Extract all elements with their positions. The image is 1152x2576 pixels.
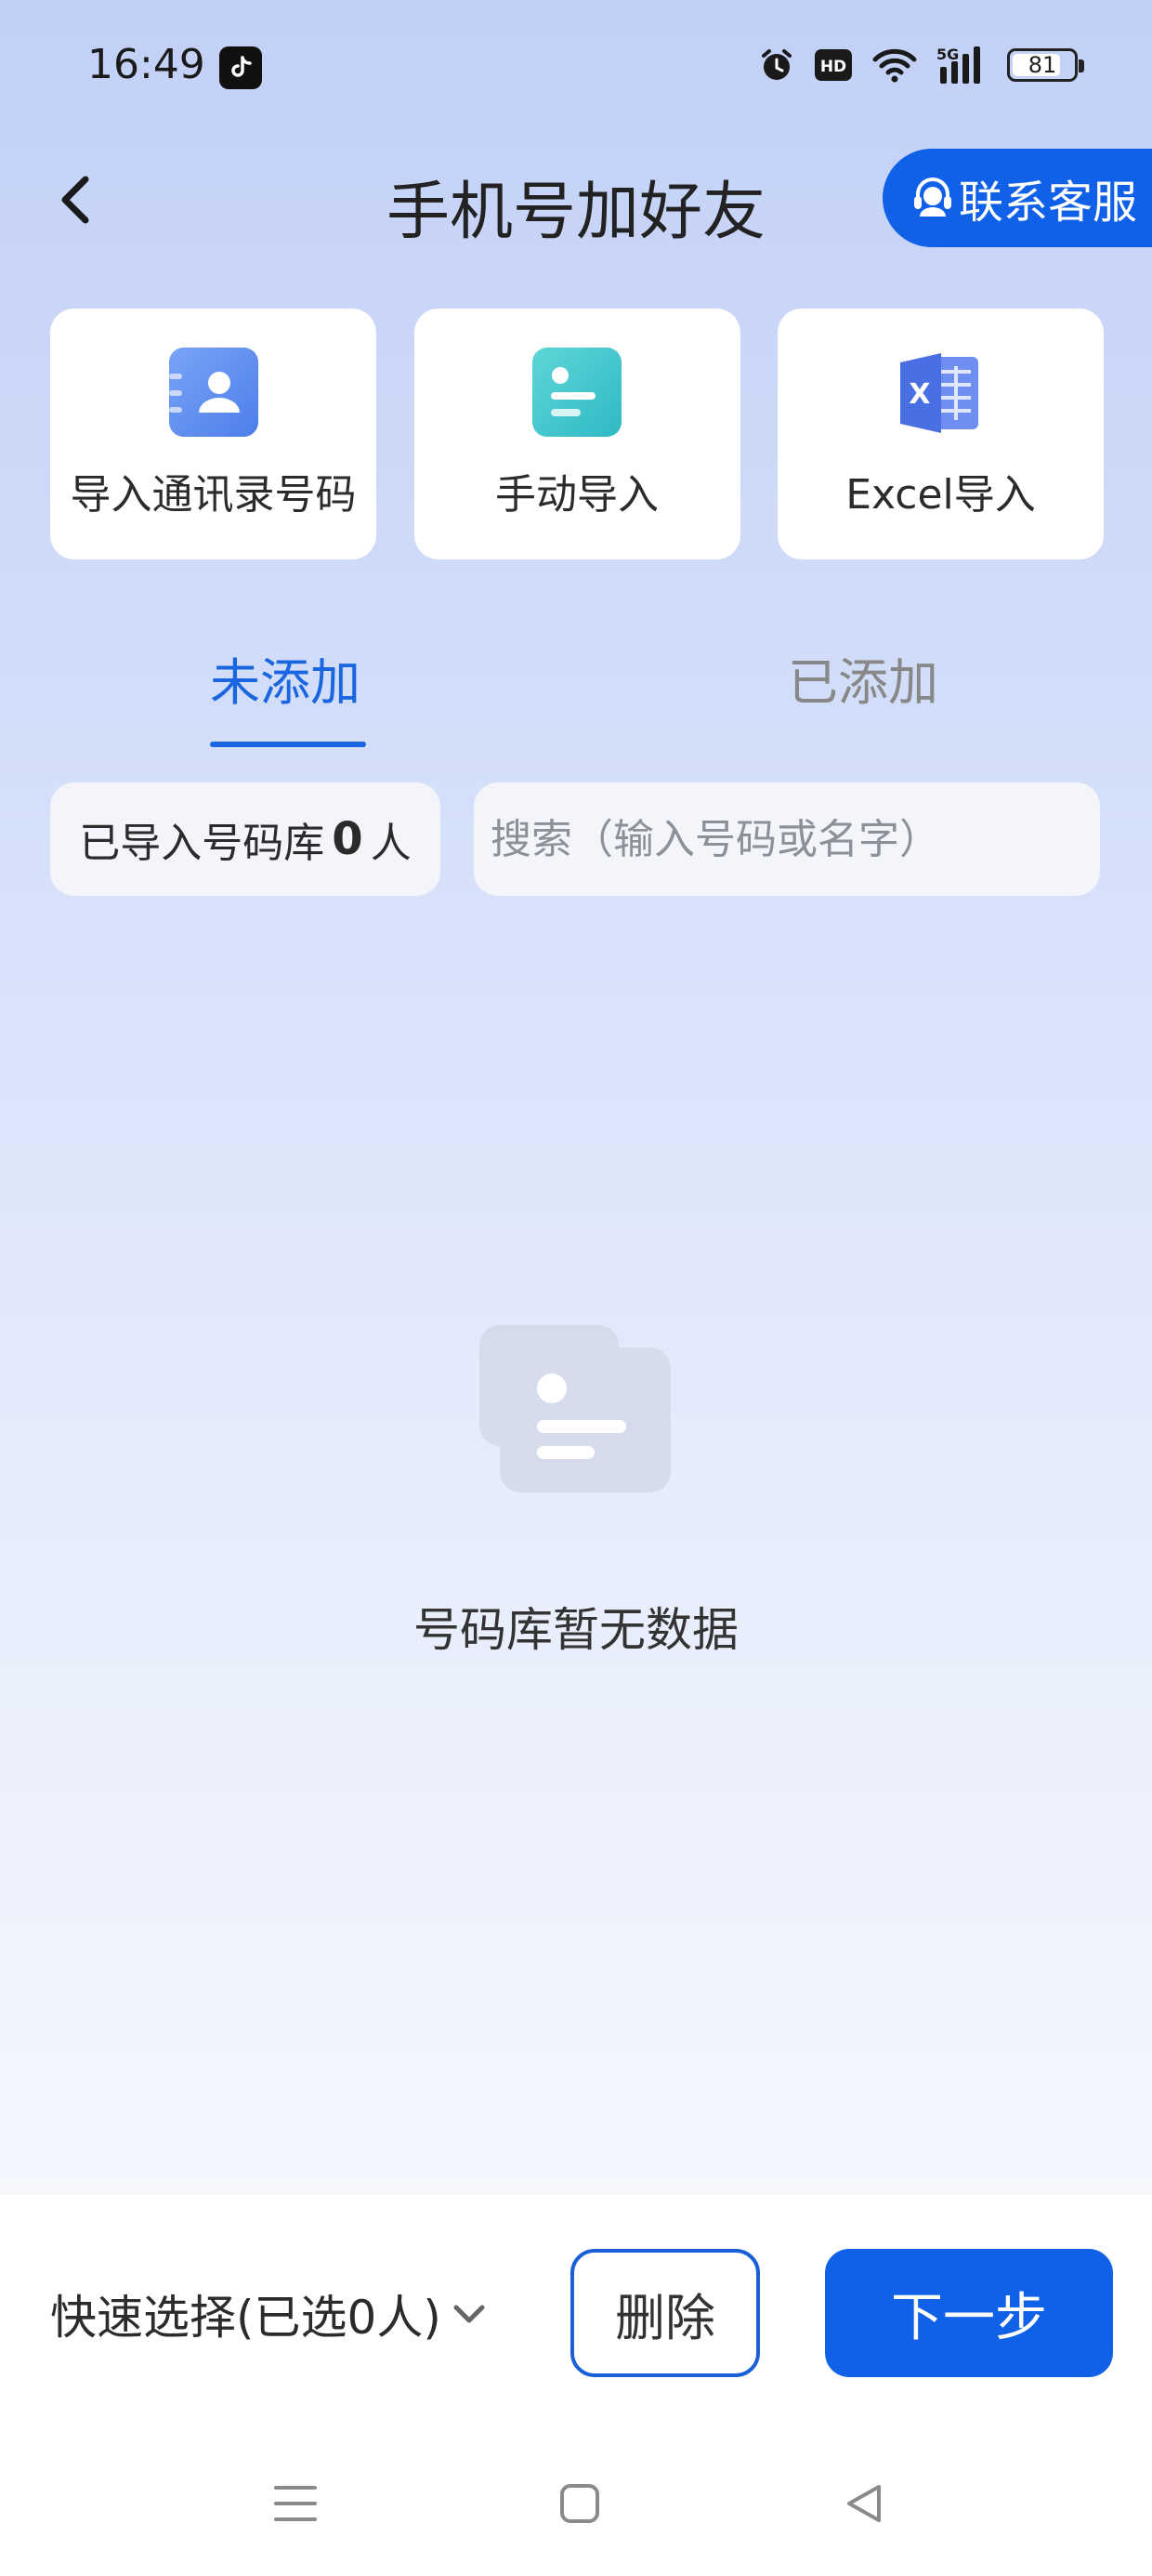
system-nav-bar <box>0 2435 1152 2574</box>
imported-count-suffix: 人 <box>370 820 412 867</box>
home-icon[interactable] <box>543 2466 617 2541</box>
document-list-icon <box>530 346 623 439</box>
excel-icon: X <box>895 346 988 439</box>
svg-text:5G: 5G <box>936 46 959 63</box>
back-triangle-icon[interactable] <box>827 2466 901 2541</box>
imported-count: 已导入号码库 0 人 <box>50 782 440 896</box>
chevron-down-icon <box>453 2305 485 2323</box>
quick-select-dropdown[interactable]: 快速选择(已选0人) <box>50 2280 488 2347</box>
menu-icon[interactable] <box>258 2466 333 2541</box>
alarm-icon <box>762 49 792 80</box>
delete-button[interactable]: 删除 <box>570 2249 760 2377</box>
status-icons: HD 5G 81 <box>758 45 1084 85</box>
imported-count-prefix: 已导入号码库 <box>79 820 325 867</box>
bottom-action-bar: 快速选择(已选0人) 删除 下一步 <box>0 2195 1152 2576</box>
empty-state-text: 号码库暂无数据 <box>413 1603 739 1657</box>
import-contacts-card[interactable]: 导入通讯录号码 <box>50 309 376 559</box>
tiktok-icon <box>219 46 262 89</box>
import-options: 导入通讯录号码 手动导入 X Excel导入 <box>50 309 1104 559</box>
empty-contacts-icon <box>478 1323 673 1494</box>
imported-count-value: 0 <box>332 813 363 865</box>
svg-text:HD: HD <box>820 58 846 76</box>
manual-import-label: 手动导入 <box>495 471 659 519</box>
contact-support-label: 联系客服 <box>959 177 1138 229</box>
search-input[interactable] <box>474 782 1100 896</box>
contact-support-button[interactable]: 联系客服 <box>883 149 1152 247</box>
quick-select-label: 快速选择(已选0人) <box>50 2291 441 2345</box>
headset-icon <box>914 177 951 217</box>
signal-icon: 5G <box>936 46 980 84</box>
tab-not-added[interactable]: 未添加 <box>210 641 360 715</box>
battery-level: 81 <box>1028 52 1057 78</box>
next-step-button[interactable]: 下一步 <box>825 2249 1113 2377</box>
excel-import-card[interactable]: X Excel导入 <box>778 309 1104 559</box>
contact-card-icon <box>167 346 260 439</box>
tab-active-indicator <box>210 742 366 747</box>
import-contacts-label: 导入通讯录号码 <box>70 471 357 519</box>
wifi-icon <box>872 48 917 83</box>
hd-icon: HD <box>815 49 852 81</box>
battery-icon: 81 <box>1007 48 1084 82</box>
status-bar: 16:49 HD 5G 81 <box>0 0 1152 139</box>
manual-import-card[interactable]: 手动导入 <box>413 309 740 559</box>
status-time: 16:49 <box>87 41 205 88</box>
excel-import-label: Excel导入 <box>845 471 1036 519</box>
tab-added[interactable]: 已添加 <box>788 641 938 715</box>
svg-text:X: X <box>909 378 930 411</box>
